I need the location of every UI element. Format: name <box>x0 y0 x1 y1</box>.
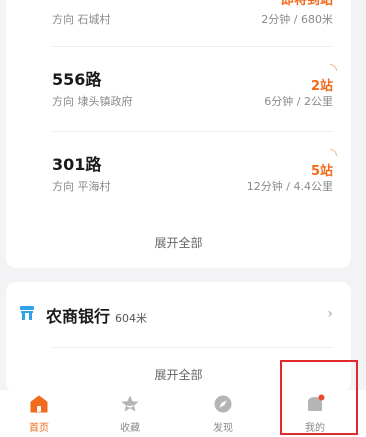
arrival-status: 即将到站 <box>280 0 333 8</box>
route-direction: 方向 埭头镇政府 <box>52 95 133 108</box>
route-item-556[interactable]: 556路 方向 埭头镇政府 2站 6分钟 / 2公里 <box>52 64 337 116</box>
arrival-status: 5站 <box>310 164 333 179</box>
home-icon <box>30 395 48 413</box>
bus-routes-card: 方向 石城村 即将到站 2分钟 / 680米 556路 方向 埭头镇政府 2站 … <box>6 0 351 268</box>
divider <box>52 347 333 348</box>
route-eta: 12分钟 / 4.4公里 <box>246 180 333 193</box>
tab-favorites[interactable]: 收藏 <box>100 390 160 437</box>
realtime-signal-icon <box>330 149 337 156</box>
tab-discover[interactable]: 发现 <box>193 390 253 437</box>
realtime-signal-icon <box>330 64 337 71</box>
route-eta: 6分钟 / 2公里 <box>264 95 333 108</box>
route-eta: 2分钟 / 680米 <box>261 13 333 26</box>
bank-distance: 604米 <box>115 312 148 325</box>
arrival-status: 2站 <box>310 79 333 94</box>
chevron-right-icon[interactable]: › <box>327 306 333 322</box>
route-item-first[interactable]: 方向 石城村 即将到站 2分钟 / 680米 <box>52 0 333 48</box>
route-direction: 方向 平海村 <box>52 180 111 193</box>
expand-all-button[interactable]: 展开全部 <box>6 234 351 251</box>
bank-row[interactable]: 农商银行 604米 <box>46 303 147 327</box>
route-name: 301路 <box>52 155 102 174</box>
bank-name: 农商银行 <box>46 307 111 326</box>
tab-label: 发现 <box>213 423 233 434</box>
divider <box>52 131 333 132</box>
tab-label: 收藏 <box>120 423 140 434</box>
highlight-box <box>280 360 358 435</box>
tab-home[interactable]: 首页 <box>9 390 69 437</box>
star-icon <box>121 395 139 412</box>
bank-icon <box>20 306 34 320</box>
route-item-301[interactable]: 301路 方向 平海村 5站 12分钟 / 4.4公里 <box>52 149 337 201</box>
divider <box>52 46 333 47</box>
tab-label: 首页 <box>29 423 49 434</box>
compass-icon <box>214 395 232 413</box>
route-direction: 方向 石城村 <box>52 13 111 26</box>
route-name: 556路 <box>52 70 102 89</box>
